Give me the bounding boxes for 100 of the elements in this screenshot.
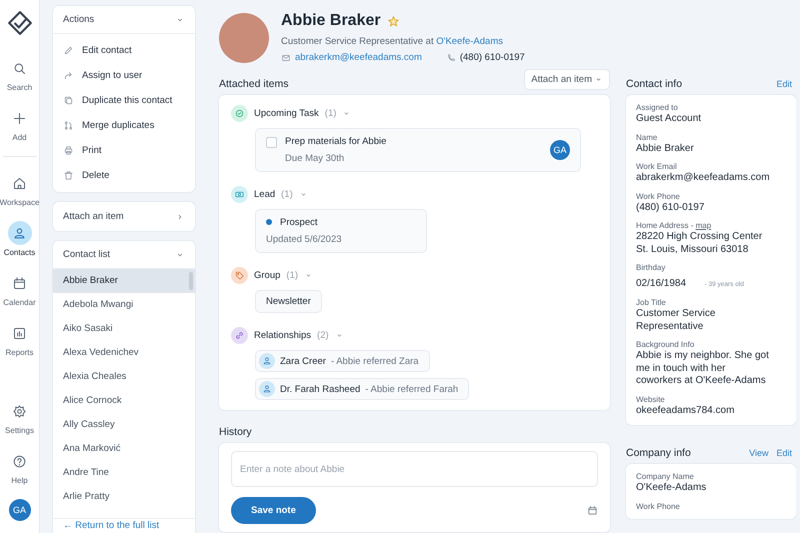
field-label: Work Email xyxy=(636,162,678,171)
action-link[interactable]: Edit xyxy=(776,448,792,458)
section-heading[interactable]: Group xyxy=(254,270,280,281)
field-value: okeefeadams784.com xyxy=(636,404,736,417)
field-value: 02/16/1984 xyxy=(636,278,688,289)
field-label: Name xyxy=(636,132,658,142)
lead-card[interactable]: Prospect Updated 5/6/2023 xyxy=(255,209,427,253)
item-count: (1) xyxy=(286,270,298,281)
task-card[interactable]: Prep materials for Abbie Due May 30th GA xyxy=(255,128,581,172)
field-value: abrakerkm@keefeadams.com xyxy=(636,172,771,184)
panel-title: Contact info xyxy=(626,78,682,90)
nav-item[interactable]: Add xyxy=(0,106,40,142)
action-item[interactable]: Delete xyxy=(53,163,195,188)
field-value: 28220 High Crossing Center St. Louis, Missouri 63018 xyxy=(636,231,764,256)
contact-list-item[interactable]: Ana Marković xyxy=(53,437,195,461)
user-avatar[interactable]: GA xyxy=(8,499,30,521)
item-count: (1) xyxy=(281,189,293,200)
lead-status: Prospect xyxy=(280,217,318,228)
task-title: Prep materials for Abbie xyxy=(285,136,386,147)
job-title: Customer Service Representative at O'Keefe-Adams xyxy=(281,36,504,47)
field-label: Background Info xyxy=(636,340,696,349)
arrow-icon xyxy=(63,70,74,81)
field-value: Abbie is my neighbor. She got me in touch with her coworkers at O'Keefe-Adams xyxy=(636,350,770,388)
contact-list-item[interactable]: Alexia Cheales xyxy=(53,365,195,389)
contact-list-item[interactable]: Alexa Vedenichev xyxy=(53,341,195,365)
section-heading[interactable]: Upcoming Task xyxy=(254,108,319,119)
phone-icon xyxy=(446,52,456,62)
nav-item[interactable]: Reports xyxy=(0,321,40,357)
action-link[interactable]: View xyxy=(749,448,768,458)
section-title: Attached items xyxy=(219,78,288,90)
merge-icon xyxy=(63,120,74,131)
printer-icon xyxy=(63,145,74,156)
panel-title: Company info xyxy=(626,447,691,459)
settings-icon xyxy=(12,404,27,418)
note-input-field[interactable]: Enter a note about Abbie xyxy=(231,451,598,487)
contact-list-item[interactable]: Andre Tine xyxy=(53,461,195,485)
contact-list-item[interactable]: Alice Cornock xyxy=(53,389,195,413)
field-label: Work Phone xyxy=(636,502,681,510)
contact-list-header[interactable]: Contact list xyxy=(53,241,195,269)
nav-item[interactable]: Contacts xyxy=(0,221,40,257)
search-icon xyxy=(12,60,27,76)
contact-list-item[interactable]: Arlie Pratty xyxy=(53,485,195,509)
nav-item[interactable]: Workspace xyxy=(0,171,40,207)
nav-item[interactable]: Settings xyxy=(0,399,40,435)
status-dot-icon xyxy=(266,219,272,225)
person-icon xyxy=(12,226,27,240)
due-date: Due May 30th xyxy=(285,153,346,164)
relationship-chip[interactable]: Zara Creer - Abbie referred Zara xyxy=(255,350,430,372)
email-link[interactable]: abrakerkm@keefeadams.com xyxy=(295,52,422,63)
action-item[interactable]: Edit contact xyxy=(53,38,195,63)
action-link[interactable]: Edit xyxy=(776,79,792,89)
field-label: Job Title xyxy=(636,298,667,307)
check-circle-icon xyxy=(234,108,245,119)
contact-list-item[interactable]: Aiko Sasaki xyxy=(53,317,195,341)
attach-item-panel[interactable]: Attach an item xyxy=(53,202,195,231)
section-heading[interactable]: Relationships xyxy=(254,330,312,341)
calendar-icon[interactable] xyxy=(587,505,598,516)
action-item[interactable]: Print xyxy=(53,138,195,163)
actions-header[interactable]: Actions xyxy=(53,6,195,34)
relationship-chip[interactable]: Dr. Farah Rasheed - Abbie referred Farah xyxy=(255,378,470,400)
nav-item[interactable]: Search xyxy=(0,56,40,92)
section-title: History xyxy=(219,426,253,438)
relation-name: Dr. Farah Rasheed xyxy=(280,384,360,394)
field-label: Company Name xyxy=(636,472,695,481)
field-value: Guest Account xyxy=(636,113,702,126)
field-label: Assigned to xyxy=(636,103,679,112)
photo-placeholder xyxy=(219,12,269,62)
nav-item[interactable]: Calendar xyxy=(0,271,40,307)
contact-list-item[interactable]: Abbie Braker xyxy=(53,269,195,293)
star-icon[interactable] xyxy=(386,14,400,28)
company-link[interactable]: O'Keefe-Adams xyxy=(436,36,503,47)
group-tag[interactable]: Newsletter xyxy=(255,290,322,313)
help-icon xyxy=(12,454,27,468)
mail-icon xyxy=(281,52,291,62)
trash-icon xyxy=(63,170,74,181)
copy-icon xyxy=(63,95,74,106)
field-label: Work Phone xyxy=(636,192,681,200)
section-heading[interactable]: Lead xyxy=(254,189,276,200)
link-icon xyxy=(234,330,245,341)
assignee-avatar: GA xyxy=(550,140,570,160)
checkbox[interactable] xyxy=(266,137,277,148)
house-icon xyxy=(12,176,27,190)
phone-number: (480) 610-0197 xyxy=(460,52,525,63)
action-item[interactable]: Duplicate this contact xyxy=(53,88,195,113)
bar-chart-icon xyxy=(12,326,27,340)
logo-icon[interactable] xyxy=(6,10,32,36)
contact-name: Abbie Braker xyxy=(281,12,381,30)
contact-list-item[interactable]: Adebola Mwangi xyxy=(53,293,195,317)
attach-item-button[interactable]: Attach an item xyxy=(524,69,610,90)
contact-list-item[interactable]: Ally Cassley xyxy=(53,413,195,437)
banknote-icon xyxy=(234,189,245,200)
field-label: Birthday xyxy=(636,263,666,272)
action-item[interactable]: Merge duplicates xyxy=(53,113,195,138)
updated-date: Updated 5/6/2023 xyxy=(266,234,343,245)
nav-item[interactable]: Help xyxy=(0,449,40,485)
map-link[interactable]: map xyxy=(696,221,712,230)
save-note-button[interactable]: Save note xyxy=(231,497,316,524)
person-icon xyxy=(262,384,272,394)
item-count: (1) xyxy=(324,108,336,119)
action-item[interactable]: Assign to user xyxy=(53,63,195,88)
